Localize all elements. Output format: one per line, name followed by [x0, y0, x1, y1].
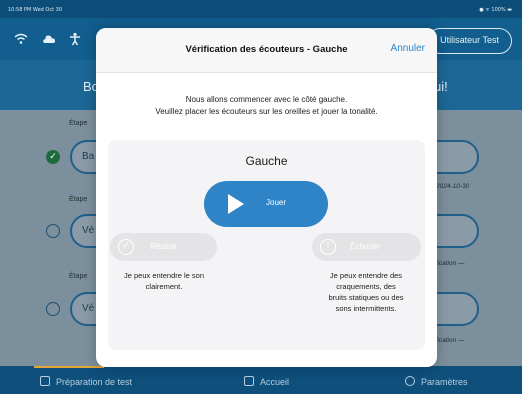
gear-icon [405, 376, 415, 386]
stage-label: Étape [69, 120, 88, 127]
dialog-header: Vérification des écouteurs - Gauche Annu… [96, 28, 437, 73]
tab-label: Accueil [260, 377, 290, 387]
tab-bar: Préparation de test Accueil Paramètres [0, 366, 522, 394]
side-label: Gauche [245, 154, 288, 168]
check-circle-icon: ✓ [118, 239, 134, 255]
cloud-icon[interactable] [42, 32, 56, 46]
description-line: clairement. [145, 282, 183, 291]
status-battery: ● ᯤ 100% ▬ [479, 7, 512, 13]
tab-settings[interactable]: Paramètres [405, 376, 468, 387]
instruction-line: Nous allons commencer avec le côté gauch… [185, 95, 348, 104]
home-icon [244, 376, 254, 386]
fail-button-label: Échouer [350, 242, 380, 251]
active-tab-indicator [34, 366, 104, 368]
test-area: Gauche Jouer ✓ Réussir ! Échouer Je peux… [108, 140, 425, 350]
status-time: 10:58 PM Wed Oct 30 [8, 7, 63, 13]
clipboard-icon [40, 376, 50, 386]
pass-description: Je peux entendre le son clairement. [108, 270, 220, 292]
fail-description: Je peux entendre des craquements, des br… [309, 270, 423, 314]
description-line: sons intermittents. [335, 304, 397, 313]
check-icon: ✓ [46, 150, 60, 164]
play-button[interactable]: Jouer [204, 181, 328, 227]
app-screen: 10:58 PM Wed Oct 30 ● ᯤ 100% ▬ Utilisate… [0, 0, 522, 394]
background-step-text: Ba [82, 151, 95, 162]
alert-circle-icon: ! [320, 239, 336, 255]
play-button-label: Jouer [266, 198, 287, 207]
description-line: craquements, des [336, 282, 396, 291]
background-step-text: Vé [82, 225, 95, 236]
pass-button-label: Réussir [150, 242, 178, 251]
tab-test-preparation[interactable]: Préparation de test [40, 376, 132, 387]
dialog-instructions: Nous allons commencer avec le côté gauch… [112, 94, 421, 118]
background-step-text: Vé [82, 303, 95, 314]
headphone-check-dialog: Vérification des écouteurs - Gauche Annu… [96, 28, 437, 367]
instruction-line: Veuillez placer les écouteurs sur les or… [155, 107, 378, 116]
play-icon [228, 194, 244, 214]
radio-icon [46, 302, 60, 316]
tab-home[interactable]: Accueil [244, 376, 289, 387]
description-line: Je peux entendre des [329, 271, 403, 280]
tab-label: Paramètres [421, 377, 468, 387]
background-side-text: - 2024-10-30 [432, 183, 470, 190]
stage-label: Étape [69, 273, 88, 280]
pass-button[interactable]: ✓ Réussir [110, 233, 217, 261]
status-bar: 10:58 PM Wed Oct 30 ● ᯤ 100% ▬ [0, 0, 522, 18]
user-button[interactable]: Utilisateur Test [427, 28, 512, 54]
wifi-icon[interactable] [14, 32, 28, 46]
fail-button[interactable]: ! Échouer [312, 233, 421, 261]
description-line: bruits statiques ou des [328, 293, 404, 302]
accessibility-icon[interactable] [68, 32, 82, 46]
stage-label: Étape [69, 196, 88, 203]
cancel-button[interactable]: Annuler [391, 43, 425, 54]
dialog-title: Vérification des écouteurs - Gauche [185, 44, 348, 55]
tab-label: Préparation de test [56, 377, 133, 387]
radio-icon [46, 224, 60, 238]
description-line: Je peux entendre le son [123, 271, 205, 280]
